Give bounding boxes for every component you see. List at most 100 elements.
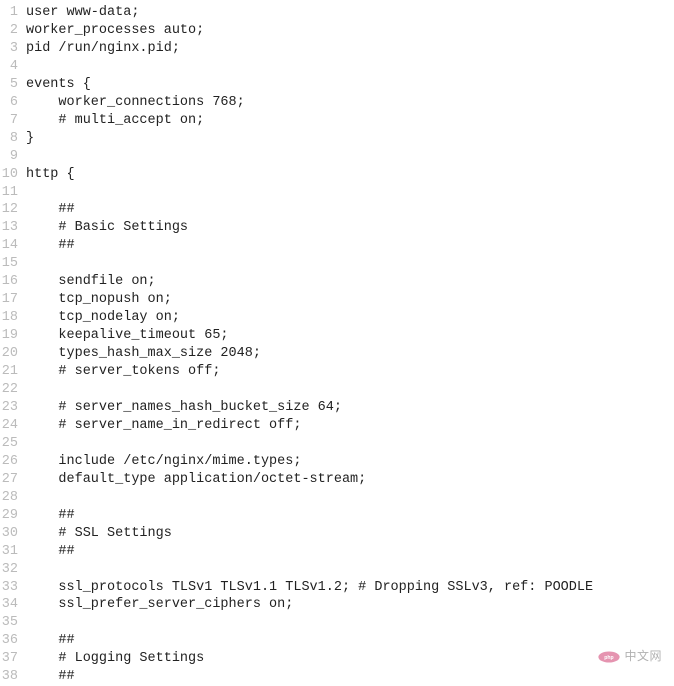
line-content: user www-data; — [26, 4, 139, 22]
code-line: 16 sendfile on; — [0, 273, 674, 291]
code-line: 18 tcp_nodelay on; — [0, 309, 674, 327]
line-content: ssl_protocols TLSv1 TLSv1.1 TLSv1.2; # D… — [26, 579, 593, 597]
watermark: php 中文网 — [598, 649, 662, 665]
line-number: 38 — [0, 668, 26, 686]
line-number: 11 — [0, 184, 26, 202]
code-line: 25 — [0, 435, 674, 453]
line-content: # multi_accept on; — [26, 112, 204, 130]
code-line: 38 ## — [0, 668, 674, 686]
svg-text:php: php — [605, 655, 614, 661]
line-content: default_type application/octet-stream; — [26, 471, 366, 489]
line-number: 7 — [0, 112, 26, 130]
line-content: worker_processes auto; — [26, 22, 204, 40]
code-line: 20 types_hash_max_size 2048; — [0, 345, 674, 363]
line-number: 12 — [0, 201, 26, 219]
line-content: pid /run/nginx.pid; — [26, 40, 180, 58]
line-content: ## — [26, 201, 75, 219]
line-number: 33 — [0, 579, 26, 597]
line-content: events { — [26, 76, 91, 94]
line-number: 29 — [0, 507, 26, 525]
code-line: 10http { — [0, 166, 674, 184]
line-content: ## — [26, 507, 75, 525]
watermark-text: 中文网 — [624, 649, 662, 665]
code-line: 8} — [0, 130, 674, 148]
line-number: 2 — [0, 22, 26, 40]
line-number: 5 — [0, 76, 26, 94]
line-number: 20 — [0, 345, 26, 363]
line-number: 19 — [0, 327, 26, 345]
line-number: 10 — [0, 166, 26, 184]
code-line: 22 — [0, 381, 674, 399]
line-content: worker_connections 768; — [26, 94, 245, 112]
code-line: 7 # multi_accept on; — [0, 112, 674, 130]
line-content: } — [26, 130, 34, 148]
line-content: # Basic Settings — [26, 219, 188, 237]
code-line: 12 ## — [0, 201, 674, 219]
line-content: # SSL Settings — [26, 525, 172, 543]
line-number: 22 — [0, 381, 26, 399]
line-number: 24 — [0, 417, 26, 435]
line-content: types_hash_max_size 2048; — [26, 345, 261, 363]
code-line: 26 include /etc/nginx/mime.types; — [0, 453, 674, 471]
line-number: 13 — [0, 219, 26, 237]
code-line: 3pid /run/nginx.pid; — [0, 40, 674, 58]
line-content: sendfile on; — [26, 273, 156, 291]
code-line: 4 — [0, 58, 674, 76]
php-logo-icon: php — [598, 649, 620, 665]
line-number: 15 — [0, 255, 26, 273]
line-number: 3 — [0, 40, 26, 58]
line-number: 6 — [0, 94, 26, 112]
code-line: 34 ssl_prefer_server_ciphers on; — [0, 596, 674, 614]
line-content: # server_name_in_redirect off; — [26, 417, 301, 435]
code-line: 35 — [0, 614, 674, 632]
line-content: http { — [26, 166, 75, 184]
line-number: 37 — [0, 650, 26, 668]
line-content: include /etc/nginx/mime.types; — [26, 453, 301, 471]
code-line: 29 ## — [0, 507, 674, 525]
line-number: 31 — [0, 543, 26, 561]
line-content: # Logging Settings — [26, 650, 204, 668]
line-number: 25 — [0, 435, 26, 453]
line-number: 28 — [0, 489, 26, 507]
line-content: # server_tokens off; — [26, 363, 220, 381]
code-line: 15 — [0, 255, 674, 273]
code-line: 32 — [0, 561, 674, 579]
code-line: 24 # server_name_in_redirect off; — [0, 417, 674, 435]
code-line: 9 — [0, 148, 674, 166]
line-number: 9 — [0, 148, 26, 166]
line-number: 26 — [0, 453, 26, 471]
code-line: 33 ssl_protocols TLSv1 TLSv1.1 TLSv1.2; … — [0, 579, 674, 597]
code-line: 5events { — [0, 76, 674, 94]
line-content: ## — [26, 632, 75, 650]
code-line: 31 ## — [0, 543, 674, 561]
line-number: 34 — [0, 596, 26, 614]
code-line: 6 worker_connections 768; — [0, 94, 674, 112]
code-line: 27 default_type application/octet-stream… — [0, 471, 674, 489]
code-line: 21 # server_tokens off; — [0, 363, 674, 381]
line-content: tcp_nopush on; — [26, 291, 172, 309]
line-number: 4 — [0, 58, 26, 76]
line-content: ## — [26, 668, 75, 686]
line-number: 1 — [0, 4, 26, 22]
line-number: 18 — [0, 309, 26, 327]
code-line: 1user www-data; — [0, 4, 674, 22]
code-line: 17 tcp_nopush on; — [0, 291, 674, 309]
line-number: 17 — [0, 291, 26, 309]
code-line: 13 # Basic Settings — [0, 219, 674, 237]
line-content: ssl_prefer_server_ciphers on; — [26, 596, 293, 614]
line-content: keepalive_timeout 65; — [26, 327, 229, 345]
line-number: 23 — [0, 399, 26, 417]
code-line: 36 ## — [0, 632, 674, 650]
code-block: 1user www-data;2worker_processes auto;3p… — [0, 4, 674, 686]
line-number: 30 — [0, 525, 26, 543]
line-content: # server_names_hash_bucket_size 64; — [26, 399, 342, 417]
code-line: 11 — [0, 184, 674, 202]
line-number: 8 — [0, 130, 26, 148]
code-line: 2worker_processes auto; — [0, 22, 674, 40]
code-line: 30 # SSL Settings — [0, 525, 674, 543]
code-line: 19 keepalive_timeout 65; — [0, 327, 674, 345]
line-content: ## — [26, 543, 75, 561]
code-line: 37 # Logging Settings — [0, 650, 674, 668]
line-number: 35 — [0, 614, 26, 632]
line-content: ## — [26, 237, 75, 255]
